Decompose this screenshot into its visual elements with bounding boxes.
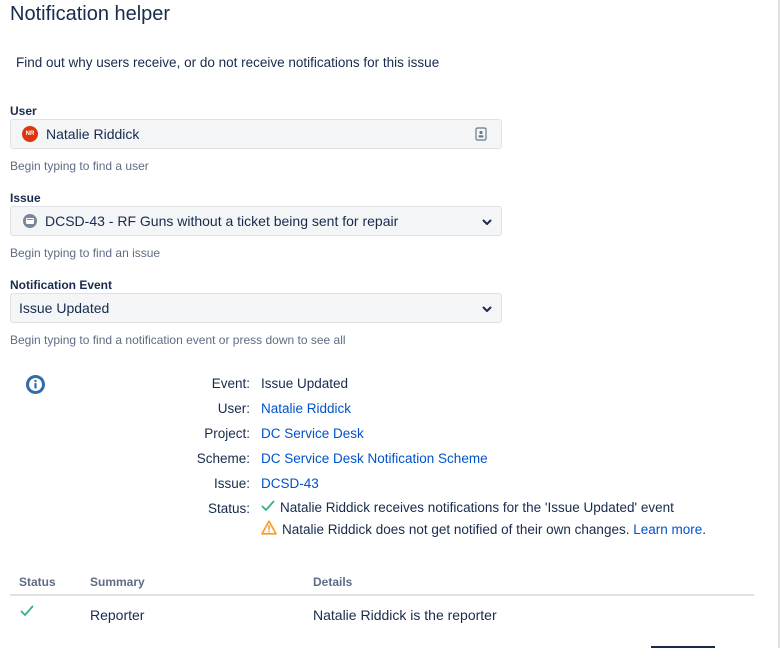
table-header-status: Status (19, 575, 56, 589)
user-label: User (10, 104, 37, 118)
user-key: User: (217, 401, 250, 416)
event-value: Issue Updated (261, 376, 349, 391)
notification-event-select[interactable]: Issue Updated (10, 293, 502, 323)
check-icon (20, 604, 34, 620)
scheme-key: Scheme: (196, 451, 250, 466)
check-icon (261, 500, 280, 515)
issue-key: Issue: (213, 476, 250, 491)
status-warning-line: Natalie Riddick does not get notified of… (261, 520, 706, 538)
event-key: Event: (211, 376, 250, 391)
page-description: Find out why users receive, or do not re… (16, 55, 440, 70)
table-cell-details: Natalie Riddick is the reporter (313, 607, 497, 623)
user-helper-text: Begin typing to find a user (10, 159, 149, 173)
issue-select[interactable]: DCSD-43 - RF Guns without a ticket being… (10, 206, 502, 236)
issue-link[interactable]: DCSD-43 (261, 476, 319, 491)
status-success-text: Natalie Riddick receives notifications f… (280, 500, 674, 515)
info-icon (25, 374, 46, 400)
table-cell-summary: Reporter (90, 607, 145, 623)
chevron-down-icon[interactable] (481, 302, 493, 318)
notification-event-value: Issue Updated (19, 300, 110, 316)
avatar: NR (22, 126, 38, 142)
status-success-line: Natalie Riddick receives notifications f… (261, 500, 674, 515)
user-link[interactable]: Natalie Riddick (261, 401, 351, 416)
user-picker[interactable]: NR Natalie Riddick (10, 119, 502, 149)
chevron-down-icon[interactable] (481, 215, 493, 231)
issue-type-icon (23, 214, 37, 228)
notification-event-label: Notification Event (10, 278, 113, 292)
issue-label: Issue (10, 191, 41, 205)
warning-icon (261, 520, 282, 538)
project-key: Project: (204, 426, 250, 441)
user-picker-value: Natalie Riddick (46, 126, 140, 142)
table-header-details: Details (313, 575, 353, 589)
contact-card-icon[interactable] (475, 127, 487, 144)
page-title: Notification helper (10, 3, 171, 25)
table-header-divider (10, 594, 754, 596)
event-helper-text: Begin typing to find a notification even… (10, 333, 346, 347)
status-warning-text: Natalie Riddick does not get notified of… (282, 521, 630, 537)
issue-select-value: DCSD-43 - RF Guns without a ticket being… (45, 213, 399, 229)
project-link[interactable]: DC Service Desk (261, 426, 364, 441)
learn-more-suffix: . (702, 521, 707, 537)
issue-helper-text: Begin typing to find an issue (10, 246, 161, 260)
status-key: Status: (207, 501, 250, 516)
table-header-summary: Summary (90, 575, 145, 589)
learn-more-link[interactable]: Learn more (633, 522, 702, 537)
scheme-link[interactable]: DC Service Desk Notification Scheme (261, 451, 488, 466)
